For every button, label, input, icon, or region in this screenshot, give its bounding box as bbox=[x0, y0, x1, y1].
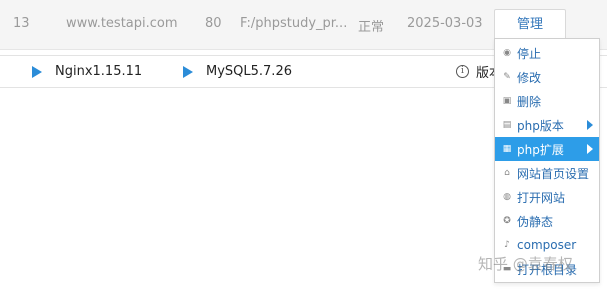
menu-item-label: composer bbox=[517, 238, 577, 252]
menu-item-label: 打开网站 bbox=[517, 190, 566, 205]
menu-item-delete[interactable]: ▣ 删除 bbox=[495, 89, 599, 113]
menu-item-label: 伪静态 bbox=[517, 214, 554, 229]
menu-item-label: 网站首页设置 bbox=[517, 166, 590, 181]
home-icon: ⌂ bbox=[504, 168, 510, 178]
site-path: F:/phpstudy_pr... bbox=[240, 16, 348, 31]
menu-item-composer[interactable]: ♪ composer bbox=[495, 233, 599, 257]
composer-icon: ♪ bbox=[504, 240, 510, 250]
app-window: 13 www.testapi.com 80 F:/phpstudy_pr... … bbox=[0, 0, 607, 289]
service-mysql[interactable]: MySQL5.7.26 bbox=[183, 56, 292, 87]
site-port: 80 bbox=[205, 16, 222, 31]
menu-item-label: 停止 bbox=[517, 46, 542, 61]
info-icon: i bbox=[456, 65, 469, 78]
menu-item-label: 打开根目录 bbox=[517, 262, 578, 277]
site-domain: www.testapi.com bbox=[66, 16, 178, 31]
stop-icon: ◉ bbox=[503, 48, 511, 58]
globe-icon: ◍ bbox=[503, 192, 511, 202]
menu-item-rewrite[interactable]: ✪ 伪静态 bbox=[495, 209, 599, 233]
menu-item-label: 删除 bbox=[517, 94, 542, 109]
service-mysql-label: MySQL5.7.26 bbox=[206, 64, 292, 79]
menu-item-php-version[interactable]: ▤ php版本 bbox=[495, 113, 599, 137]
menu-item-label: php版本 bbox=[517, 118, 564, 133]
service-nginx-label: Nginx1.15.11 bbox=[55, 64, 143, 79]
menu-item-homepage-settings[interactable]: ⌂ 网站首页设置 bbox=[495, 161, 599, 185]
submenu-arrow-icon bbox=[587, 144, 593, 154]
site-status: 正常 bbox=[358, 20, 385, 35]
menu-item-label: php扩展 bbox=[517, 142, 564, 157]
php-version-icon: ▤ bbox=[502, 120, 512, 130]
menu-item-open-root[interactable]: ▬ 打开根目录 bbox=[495, 257, 599, 281]
php-extension-icon: ▦ bbox=[502, 144, 512, 154]
submenu-arrow-icon bbox=[587, 120, 593, 130]
trash-icon: ▣ bbox=[502, 96, 512, 106]
manage-button[interactable]: 管理 bbox=[494, 9, 566, 40]
service-nginx[interactable]: Nginx1.15.11 bbox=[32, 56, 142, 87]
site-date: 2025-03-03 bbox=[407, 16, 483, 31]
menu-item-edit[interactable]: ✎ 修改 bbox=[495, 65, 599, 89]
menu-item-open-website[interactable]: ◍ 打开网站 bbox=[495, 185, 599, 209]
menu-item-label: 修改 bbox=[517, 70, 542, 85]
menu-item-php-extension[interactable]: ▦ php扩展 bbox=[495, 137, 599, 161]
play-icon bbox=[32, 65, 42, 78]
manage-dropdown-menu: ◉ 停止 ✎ 修改 ▣ 删除 ▤ php版本 ▦ php扩展 ⌂ 网站首页设置 … bbox=[494, 38, 600, 283]
rewrite-icon: ✪ bbox=[503, 216, 511, 226]
folder-icon: ▬ bbox=[502, 264, 512, 274]
play-icon bbox=[183, 65, 193, 78]
edit-icon: ✎ bbox=[503, 72, 511, 82]
menu-item-stop[interactable]: ◉ 停止 bbox=[495, 41, 599, 65]
site-id: 13 bbox=[13, 16, 30, 31]
